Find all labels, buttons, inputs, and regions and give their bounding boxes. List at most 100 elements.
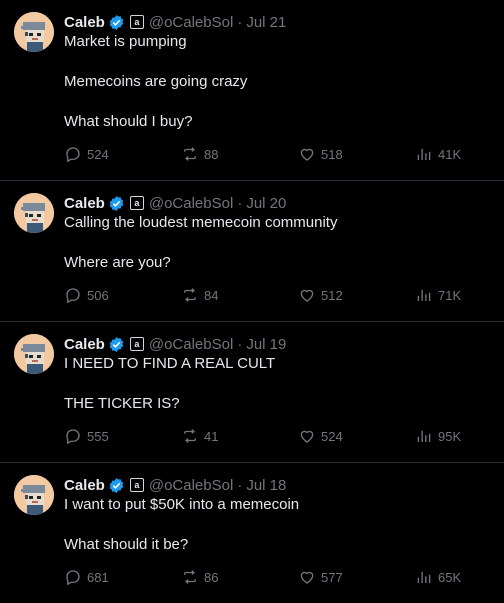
retweet-button[interactable]: 88: [181, 145, 298, 163]
like-count: 524: [321, 428, 343, 444]
tweet[interactable]: Caleb a @oCalebSol · Jul 18 I want to pu…: [0, 463, 504, 603]
user-handle[interactable]: @oCalebSol: [149, 14, 233, 31]
views-button[interactable]: 71K: [415, 286, 485, 304]
like-button[interactable]: 524: [298, 427, 415, 445]
verified-badge-icon[interactable]: [108, 336, 125, 353]
retweet-button[interactable]: 86: [181, 568, 298, 586]
retweet-button[interactable]: 41: [181, 427, 298, 445]
views-button[interactable]: 65K: [415, 568, 485, 586]
tweet-actions: 681 86 577 65K: [64, 567, 488, 587]
tweet-text-line: I want to put $50K into a memecoin: [64, 496, 300, 513]
display-name[interactable]: Caleb: [64, 195, 105, 212]
affiliate-badge-icon[interactable]: a: [129, 478, 144, 492]
separator: ·: [237, 194, 243, 212]
tweet-date[interactable]: Jul 21: [246, 14, 286, 31]
reply-icon: [66, 147, 80, 163]
heart-icon: [300, 148, 314, 161]
views-icon: [417, 430, 431, 442]
retweet-icon: [184, 570, 196, 584]
tweet-text-line: Calling the loudest memecoin community: [64, 214, 338, 231]
tweet-body: Calling the loudest memecoin community Wh…: [64, 213, 488, 273]
retweet-icon: [184, 147, 196, 161]
tweet-date[interactable]: Jul 19: [246, 336, 286, 353]
affiliate-badge-icon[interactable]: a: [129, 196, 144, 210]
user-handle[interactable]: @oCalebSol: [149, 336, 233, 353]
reply-count: 555: [87, 428, 109, 444]
view-count: 95K: [438, 428, 462, 444]
retweet-icon: [184, 429, 196, 443]
reply-icon: [66, 288, 80, 304]
views-icon: [417, 571, 431, 583]
tweet-text-line: What should I buy?: [64, 113, 193, 130]
retweet-count: 84: [204, 287, 219, 303]
heart-icon: [300, 571, 314, 584]
line-break: [64, 52, 488, 72]
line-break: [64, 515, 488, 535]
avatar[interactable]: [14, 334, 54, 374]
separator: ·: [237, 476, 243, 494]
display-name[interactable]: Caleb: [64, 336, 105, 353]
like-count: 518: [321, 146, 343, 162]
retweet-button[interactable]: 84: [181, 286, 298, 304]
line-break: [64, 374, 488, 394]
tweet-header: Caleb a @oCalebSol · Jul 18: [64, 475, 488, 495]
line-break: [64, 233, 488, 253]
view-count: 71K: [438, 287, 462, 303]
reply-button[interactable]: 681: [64, 568, 181, 586]
view-count: 41K: [438, 146, 462, 162]
like-button[interactable]: 577: [298, 568, 415, 586]
display-name[interactable]: Caleb: [64, 477, 105, 494]
tweet-feed: Caleb a @oCalebSol · Jul 21 Market is pu…: [0, 0, 504, 603]
user-handle[interactable]: @oCalebSol: [149, 477, 233, 494]
retweet-count: 41: [204, 428, 219, 444]
heart-icon: [300, 430, 314, 443]
reply-button[interactable]: 524: [64, 145, 181, 163]
views-icon: [417, 289, 431, 301]
reply-button[interactable]: 555: [64, 427, 181, 445]
avatar[interactable]: [14, 12, 54, 52]
avatar[interactable]: [14, 475, 54, 515]
tweet-text-line: Market is pumping: [64, 33, 187, 50]
tweet-header: Caleb a @oCalebSol · Jul 21: [64, 12, 488, 32]
display-name[interactable]: Caleb: [64, 14, 105, 31]
like-button[interactable]: 518: [298, 145, 415, 163]
tweet-date[interactable]: Jul 20: [246, 195, 286, 212]
tweet-actions: 506 84 512 71K: [64, 285, 488, 305]
tweet[interactable]: Caleb a @oCalebSol · Jul 19 I NEED TO FI…: [0, 322, 504, 463]
separator: ·: [237, 13, 243, 31]
line-break: [64, 92, 488, 112]
reply-icon: [66, 570, 80, 586]
tweet[interactable]: Caleb a @oCalebSol · Jul 20 Calling the …: [0, 181, 504, 322]
separator: ·: [237, 335, 243, 353]
verified-badge-icon[interactable]: [108, 14, 125, 31]
views-button[interactable]: 95K: [415, 427, 485, 445]
tweet-date[interactable]: Jul 18: [246, 477, 286, 494]
view-count: 65K: [438, 569, 462, 585]
like-count: 512: [321, 287, 343, 303]
verified-badge-icon[interactable]: [108, 195, 125, 212]
tweet-text-line: What should it be?: [64, 536, 189, 553]
tweet-text-line: THE TICKER IS?: [64, 395, 180, 412]
views-button[interactable]: 41K: [415, 145, 485, 163]
tweet-header: Caleb a @oCalebSol · Jul 19: [64, 334, 488, 354]
reply-button[interactable]: 506: [64, 286, 181, 304]
reply-count: 506: [87, 287, 109, 303]
tweet-body: I NEED TO FIND A REAL CULT THE TICKER IS?: [64, 354, 488, 414]
reply-icon: [66, 429, 80, 445]
retweet-icon: [184, 288, 196, 302]
affiliate-badge-icon[interactable]: a: [129, 15, 144, 29]
tweet[interactable]: Caleb a @oCalebSol · Jul 21 Market is pu…: [0, 0, 504, 181]
views-icon: [417, 148, 431, 160]
verified-badge-icon[interactable]: [108, 477, 125, 494]
heart-icon: [300, 289, 314, 302]
user-handle[interactable]: @oCalebSol: [149, 195, 233, 212]
avatar[interactable]: [14, 193, 54, 233]
like-button[interactable]: 512: [298, 286, 415, 304]
reply-count: 524: [87, 146, 109, 162]
tweet-text-line: Memecoins are going crazy: [64, 73, 248, 90]
tweet-body: I want to put $50K into a memecoin What s…: [64, 495, 488, 555]
affiliate-badge-icon[interactable]: a: [129, 337, 144, 351]
retweet-count: 88: [204, 146, 219, 162]
tweet-body: Market is pumping Memecoins are going cra…: [64, 32, 488, 132]
tweet-text-line: I NEED TO FIND A REAL CULT: [64, 355, 276, 372]
